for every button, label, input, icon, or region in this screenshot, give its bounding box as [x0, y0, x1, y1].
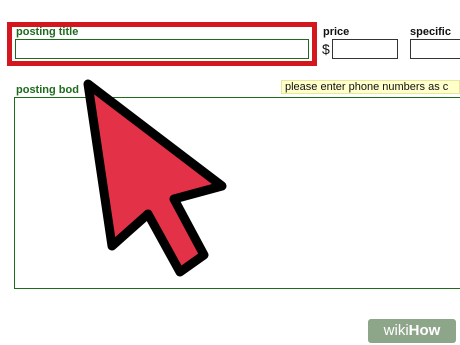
- watermark-wiki: wiki: [383, 322, 409, 339]
- watermark-how: How: [408, 322, 441, 339]
- wikihow-watermark: wikiHow: [368, 319, 456, 343]
- cursor-arrow-icon: [83, 79, 227, 277]
